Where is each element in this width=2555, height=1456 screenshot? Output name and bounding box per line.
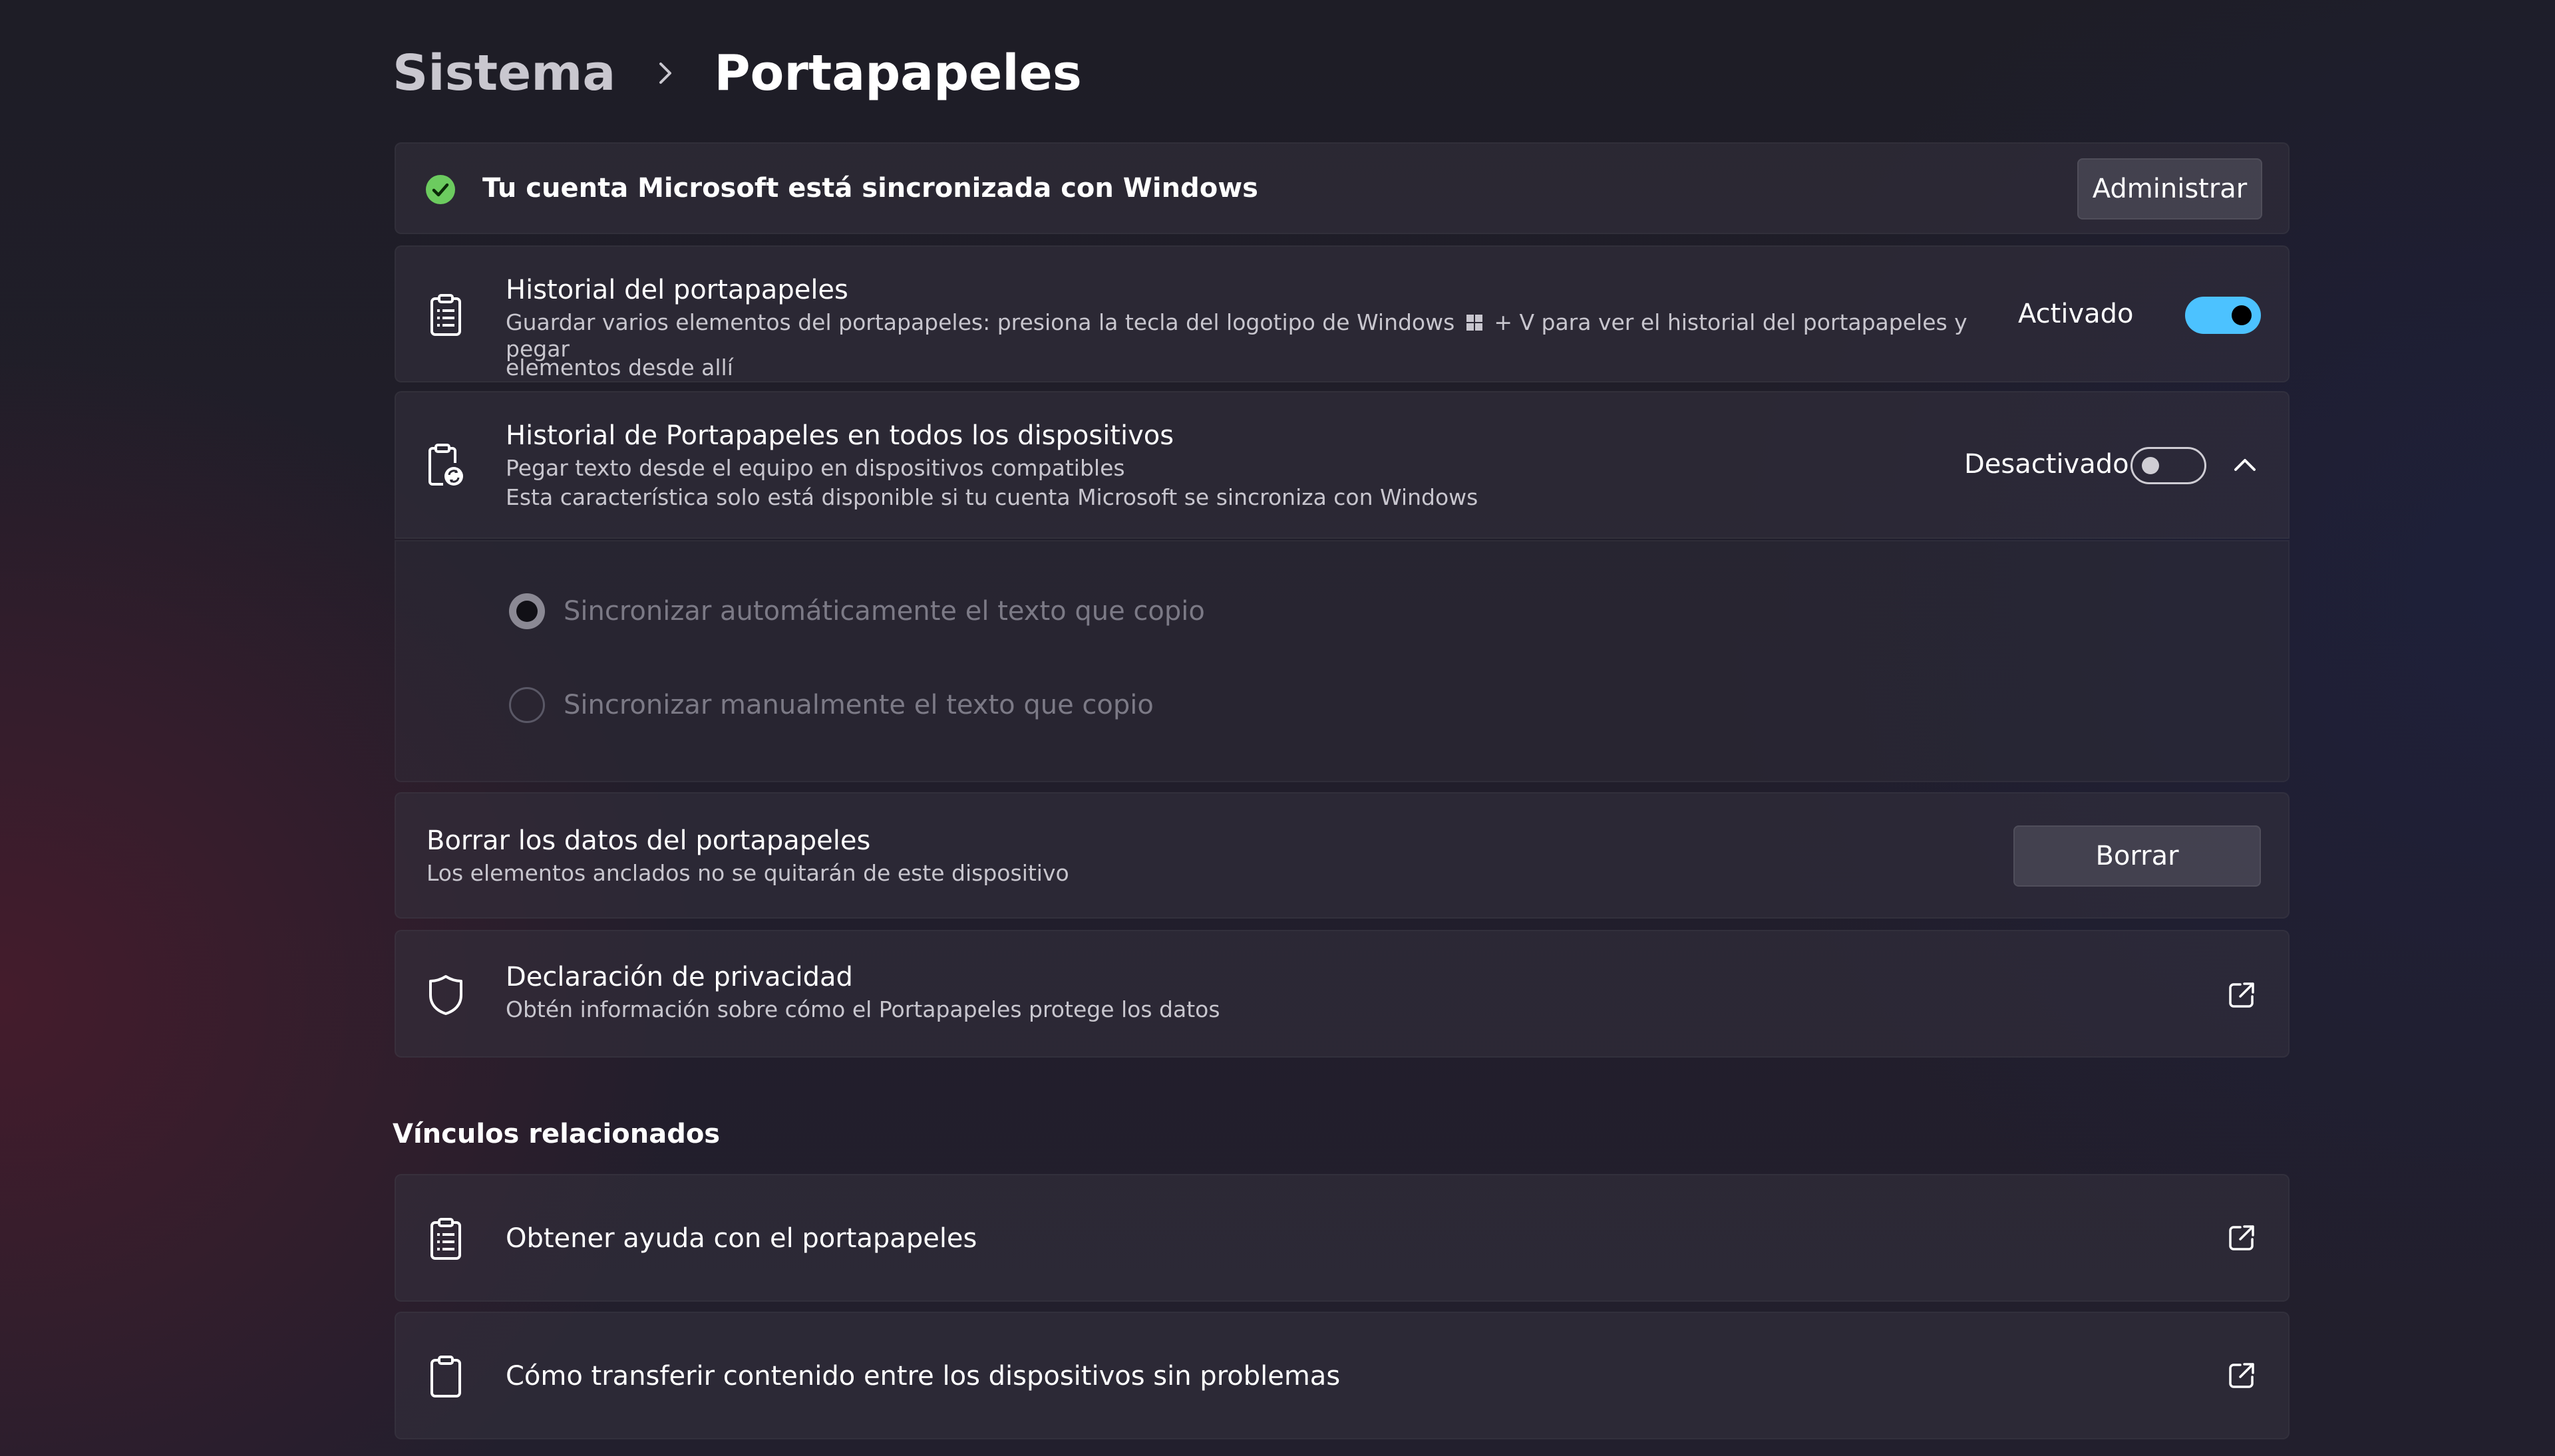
cross-device-description: Pegar texto desde el equipo en dispositi…: [506, 455, 1478, 511]
check-circle-icon: [425, 174, 456, 205]
cross-device-title: Historial de Portapapeles en todos los d…: [506, 420, 1174, 451]
related-link-clipboard-help[interactable]: Obtener ayuda con el portapapeles: [395, 1174, 2290, 1302]
breadcrumb: Sistema Portapapeles: [393, 40, 1082, 106]
account-sync-text: Tu cuenta Microsoft está sincronizada co…: [482, 173, 1258, 204]
toggle-knob: [2232, 305, 2252, 325]
manage-account-button[interactable]: Administrar: [2077, 158, 2262, 219]
page-title: Portapapeles: [714, 45, 1082, 102]
related-link-label: Obtener ayuda con el portapapeles: [506, 1223, 977, 1254]
chevron-right-icon: [642, 50, 689, 96]
cross-device-row: Historial de Portapapeles en todos los d…: [395, 391, 2290, 539]
description-part1: Guardar varios elementos del portapapele…: [506, 309, 1455, 335]
clipboard-history-toggle[interactable]: [2185, 297, 2261, 334]
radio-auto-sync[interactable]: Sincronizar automáticamente el texto que…: [509, 591, 1205, 631]
related-links-heading: Vínculos relacionados: [393, 1119, 721, 1149]
description-line2: Esta característica solo está disponible…: [506, 484, 1478, 510]
shield-icon: [425, 968, 466, 1022]
clear-data-row: Borrar los datos del portapapeles Los el…: [395, 792, 2290, 919]
description-line2: elementos desde allí: [506, 355, 733, 380]
open-external-icon: [2227, 980, 2256, 1010]
account-sync-banner: Tu cuenta Microsoft está sincronizada co…: [395, 142, 2290, 234]
clipboard-history-title: Historial del portapapeles: [506, 275, 848, 305]
clear-button[interactable]: Borrar: [2013, 825, 2261, 887]
related-link-transfer-content[interactable]: Cómo transferir contenido entre los disp…: [395, 1312, 2290, 1439]
breadcrumb-parent-sistema[interactable]: Sistema: [393, 45, 615, 102]
clipboard-icon: [425, 1350, 466, 1403]
radio-auto-sync-label: Sincronizar automáticamente el texto que…: [564, 596, 1205, 627]
related-link-label: Cómo transferir contenido entre los disp…: [506, 1361, 1341, 1391]
radio-button-unchecked[interactable]: [509, 687, 545, 723]
clipboard-sync-icon: [425, 439, 466, 492]
description-line1: Pegar texto desde el equipo en dispositi…: [506, 455, 1125, 481]
privacy-description: Obtén información sobre cómo el Portapap…: [506, 996, 1220, 1022]
open-external-icon: [2227, 1223, 2256, 1252]
clipboard-list-icon: [425, 1213, 466, 1266]
clear-data-description: Los elementos anclados no se quitarán de…: [426, 860, 1069, 886]
open-external-icon: [2227, 1361, 2256, 1390]
clipboard-history-state: Activado: [2018, 299, 2134, 329]
chevron-up-icon[interactable]: [2230, 451, 2260, 480]
clear-data-title: Borrar los datos del portapapeles: [426, 825, 871, 856]
radio-button-checked[interactable]: [509, 593, 545, 629]
toggle-knob: [2142, 457, 2159, 474]
radio-manual-sync-label: Sincronizar manualmente el texto que cop…: [564, 690, 1154, 720]
radio-manual-sync[interactable]: Sincronizar manualmente el texto que cop…: [509, 685, 1154, 725]
privacy-title: Declaración de privacidad: [506, 962, 853, 992]
privacy-row[interactable]: Declaración de privacidad Obtén informac…: [395, 930, 2290, 1058]
cross-device-toggle[interactable]: [2130, 447, 2206, 484]
cross-device-options: Sincronizar automáticamente el texto que…: [395, 540, 2290, 782]
clipboard-list-icon: [425, 289, 466, 342]
windows-logo-icon: [1466, 311, 1483, 331]
cross-device-state: Desactivado: [1964, 449, 2129, 480]
clipboard-history-description: Guardar varios elementos del portapapele…: [506, 309, 1969, 389]
clipboard-history-row: Historial del portapapeles Guardar vario…: [395, 245, 2290, 382]
